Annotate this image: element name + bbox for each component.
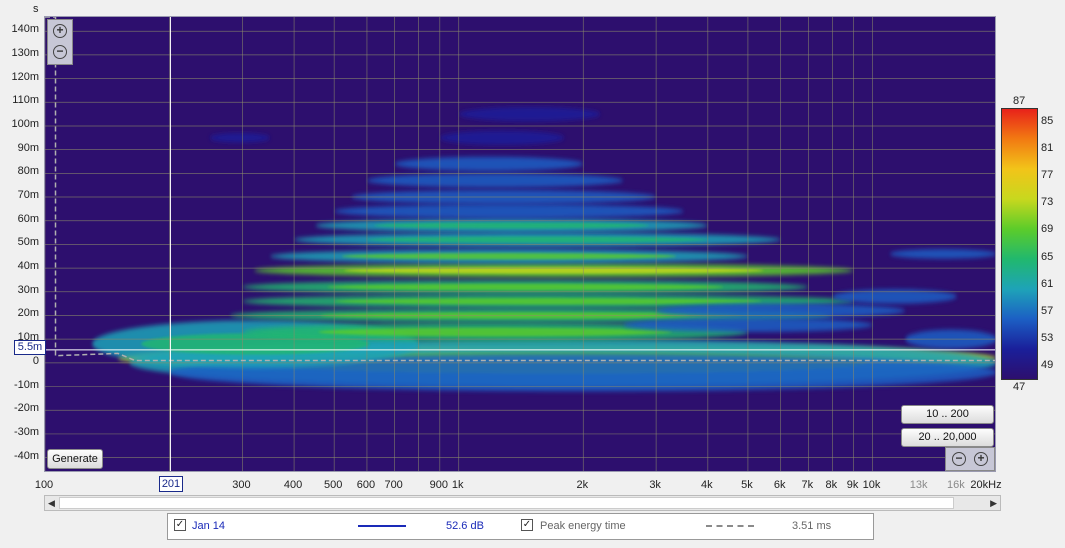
legend-bar: ✓ Jan 14 52.6 dB ✓ Peak energy time 3.51…: [167, 513, 874, 540]
x-tick-label: 13k: [909, 479, 928, 491]
zoom-out-icon[interactable]: −: [952, 452, 966, 466]
scroll-thumb[interactable]: [59, 497, 954, 509]
heatmap-streak-core: [367, 236, 708, 243]
heatmap-streak: [394, 156, 584, 171]
legend-item1-value: 52.6 dB: [446, 520, 484, 532]
y-tick-label: 80m: [17, 165, 39, 178]
x-tick-label: 20kHz: [970, 479, 1002, 491]
heatmap-streak: [889, 249, 995, 259]
colorbar-tick-label: 49: [1041, 359, 1054, 372]
x-tick-label: 700: [384, 479, 403, 491]
scroll-left-icon[interactable]: ◀: [48, 498, 55, 509]
cursor-y-readout: 5.5m: [14, 340, 46, 355]
spectrogram-plot[interactable]: + − − + Generate 10 .. 200 20 .. 20,000: [44, 16, 996, 472]
y-tick-label: 100m: [11, 117, 39, 130]
legend-item2-line: [706, 525, 754, 527]
x-tick-label: 300: [232, 479, 251, 491]
x-tick-label: 3k: [649, 479, 661, 491]
legend-item2-label: Peak energy time: [540, 520, 626, 532]
colorbar-tick-label: 81: [1041, 141, 1054, 154]
x-tick-label: 9k: [846, 479, 859, 491]
y-tick-label: 130m: [11, 46, 39, 59]
y-tick-label: 30m: [17, 283, 39, 296]
heatmap-streak-core: [327, 283, 724, 291]
y-tick-label: 60m: [17, 212, 39, 225]
heatmap-streak-core: [334, 298, 762, 305]
y-tick-label: 50m: [17, 236, 39, 249]
x-tick-label: 2k: [576, 479, 589, 491]
heatmap-streak: [334, 204, 684, 219]
generate-button[interactable]: Generate: [47, 449, 103, 469]
y-tick-label: 70m: [17, 189, 39, 202]
colorbar-tick-label: 65: [1041, 250, 1054, 263]
x-tick-label: 4k: [701, 479, 713, 491]
x-tick-label: 8k: [825, 479, 838, 491]
y-tick-label: -20m: [13, 402, 39, 415]
colorbar-tick-label: 77: [1041, 169, 1054, 181]
legend-item1-checkbox[interactable]: ✓: [174, 519, 186, 531]
horizontal-scrollbar[interactable]: ◀ ▶: [44, 495, 1001, 511]
x-tick-label: 10k: [862, 479, 881, 491]
colorbar-tick-label: 87: [1013, 95, 1026, 107]
colorbar-tick-label: 57: [1041, 305, 1054, 317]
x-tick-label: 600: [356, 479, 376, 491]
heatmap-streak: [458, 107, 601, 122]
y-tick-label: -10m: [13, 378, 39, 391]
legend-item2-checkbox[interactable]: ✓: [521, 519, 533, 531]
y-tick-label: 40m: [17, 260, 39, 273]
zoom-in-icon[interactable]: +: [974, 452, 988, 466]
x-tick-label: 900: [429, 479, 448, 491]
y-unit-label: s: [33, 3, 39, 15]
colorbar-tick-label: 61: [1041, 277, 1054, 290]
y-tick-label: 110m: [12, 94, 39, 107]
x-tick-label: 16k: [947, 479, 965, 491]
heatmap-streak: [366, 173, 624, 188]
x-tick-label: 5k: [741, 479, 753, 491]
grid-layer: [45, 17, 995, 471]
legend-item2-value: 3.51 ms: [792, 520, 832, 532]
heatmap-streak-core: [374, 222, 649, 229]
y-tick-label: -40m: [13, 449, 39, 462]
x-tick-label: 7k: [801, 479, 814, 491]
y-tick-label: 20m: [17, 307, 39, 320]
horizontal-zoom-controls: − +: [945, 447, 995, 471]
cursor-x-readout: 201: [159, 476, 183, 492]
range-20-20000-button[interactable]: 20 .. 20,000: [901, 428, 994, 447]
scroll-right-icon[interactable]: ▶: [990, 498, 997, 509]
heatmap-streak: [209, 133, 271, 143]
x-tick-label: 400: [283, 479, 303, 491]
colorbar-tick-label: 69: [1041, 223, 1054, 236]
colorbar: [1001, 108, 1038, 380]
colorbar-tick-label: 53: [1041, 332, 1054, 345]
y-tick-label: 140m: [11, 23, 39, 36]
zoom-out-icon[interactable]: −: [53, 45, 67, 59]
y-tick-label: 120m: [11, 70, 39, 83]
range-10-200-button[interactable]: 10 .. 200: [901, 405, 994, 424]
spectrogram-svg: [45, 17, 995, 471]
heatmap-streak-core: [341, 253, 677, 260]
x-tick-label: 1k: [451, 479, 464, 491]
legend-item1-line: [358, 525, 406, 527]
heatmap-streak-core: [318, 327, 673, 337]
x-tick-label: 6k: [773, 479, 786, 491]
colorbar-tick-label: 85: [1041, 114, 1054, 127]
y-tick-label: 0: [32, 354, 39, 367]
x-tick-label: 500: [323, 479, 343, 491]
zoom-in-icon[interactable]: +: [53, 24, 67, 38]
x-tick-label: 100: [34, 479, 54, 491]
y-tick-label: -30m: [13, 425, 39, 438]
y-tick-label: 90m: [17, 141, 39, 154]
colorbar-tick-label: 73: [1041, 196, 1054, 209]
legend-item1-label: Jan 14: [192, 520, 226, 532]
colorbar-tick-label: 47: [1013, 381, 1026, 393]
vertical-zoom-controls: + −: [47, 19, 73, 65]
